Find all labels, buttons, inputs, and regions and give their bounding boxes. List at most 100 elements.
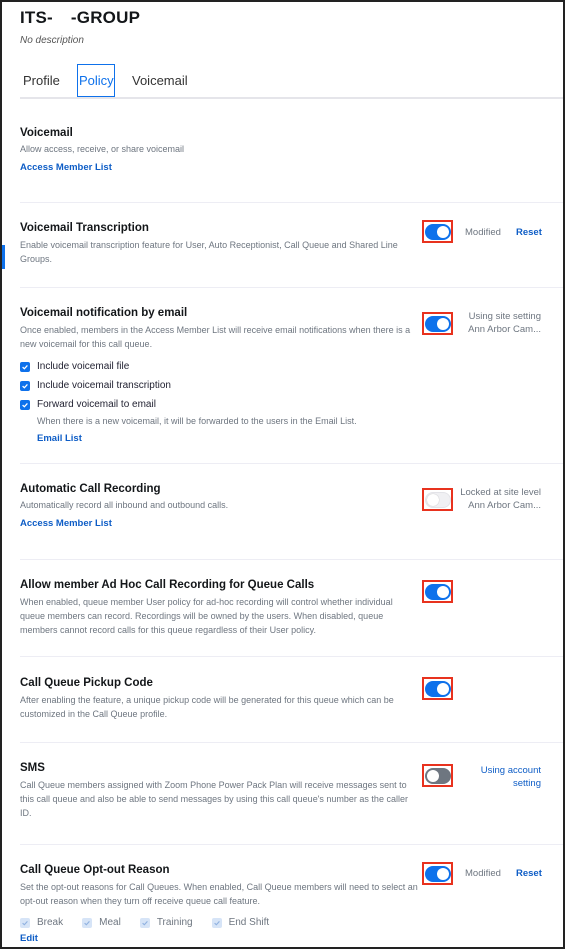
reason-end-shift: End Shift xyxy=(211,917,270,928)
highlight-box xyxy=(422,677,453,700)
divider xyxy=(20,287,563,288)
status-line-2: setting xyxy=(513,778,541,789)
section-title: Call Queue Pickup Code xyxy=(20,677,153,689)
section-voicemail: Voicemail Allow access, receive, or shar… xyxy=(20,127,563,173)
toggle-knob xyxy=(426,769,439,782)
voicemail-transcription-toggle[interactable] xyxy=(424,223,451,240)
reason-label: Meal xyxy=(99,917,121,928)
locked-status: Locked at site level Ann Arbor Cam... xyxy=(460,486,541,512)
highlight-box xyxy=(422,580,453,603)
divider xyxy=(20,463,563,464)
tab-profile[interactable]: Profile xyxy=(23,64,60,97)
checkbox-row: Include voicemail file xyxy=(20,357,563,376)
reason-break: Break xyxy=(20,917,63,928)
toggle-knob xyxy=(426,493,439,506)
divider xyxy=(20,202,563,203)
check-icon xyxy=(22,364,28,370)
highlight-box xyxy=(422,312,453,335)
check-icon xyxy=(142,920,148,926)
site-setting-status: Using site setting Ann Arbor Cam... xyxy=(468,310,541,336)
check-icon xyxy=(213,920,220,926)
divider xyxy=(20,656,563,657)
checkbox-row: Include voicemail transcription xyxy=(20,376,563,395)
check-icon xyxy=(22,920,28,926)
highlight-box xyxy=(422,764,453,787)
section-description: Allow access, receive, or share voicemai… xyxy=(20,144,185,154)
checkbox-label: Include voicemail transcription xyxy=(37,380,171,391)
section-description: Once enabled, members in the Access Memb… xyxy=(20,325,411,349)
tab-voicemail[interactable]: Voicemail xyxy=(132,64,188,97)
notification-options: Include voicemail file Include voicemail… xyxy=(20,357,563,444)
status-label: Modified xyxy=(465,227,501,238)
section-description: After enabling the feature, a unique pic… xyxy=(20,695,394,719)
tab-policy[interactable]: Policy xyxy=(77,64,115,97)
reason-label: Break xyxy=(37,917,64,928)
using-account-setting-link[interactable]: Using account setting xyxy=(481,764,541,790)
header: ITS- -GROUP No description xyxy=(20,8,140,46)
active-indicator xyxy=(2,245,5,269)
section-adhoc-recording: Allow member Ad Hoc Call Recording for Q… xyxy=(20,579,563,637)
disabled-checkbox xyxy=(139,917,150,928)
checkbox-label: Forward voicemail to email xyxy=(37,399,156,410)
opt-out-reason-toggle[interactable] xyxy=(424,865,451,882)
adhoc-recording-toggle[interactable] xyxy=(424,583,451,600)
status-label: Modified xyxy=(465,868,501,879)
section-pickup-code: Call Queue Pickup Code After enabling th… xyxy=(20,677,563,721)
access-member-list-link[interactable]: Access Member List xyxy=(20,162,563,173)
status-line-2: Ann Arbor Cam... xyxy=(468,500,541,511)
include-voicemail-file-checkbox[interactable] xyxy=(20,361,30,372)
sms-toggle[interactable] xyxy=(424,767,451,784)
section-description: Call Queue members assigned with Zoom Ph… xyxy=(20,780,408,818)
auto-call-recording-toggle[interactable] xyxy=(424,491,451,508)
section-title: Allow member Ad Hoc Call Recording for Q… xyxy=(20,579,315,591)
disabled-checkbox xyxy=(20,917,30,928)
divider xyxy=(20,559,563,560)
title-part-1: ITS- xyxy=(20,8,53,27)
disabled-checkbox xyxy=(82,917,93,928)
reason-label: Training xyxy=(156,917,193,928)
reset-link[interactable]: Reset xyxy=(516,868,542,879)
divider xyxy=(20,844,563,845)
status-line-1: Locked at site level xyxy=(460,487,541,498)
reset-link[interactable]: Reset xyxy=(516,227,542,238)
reason-meal: Meal xyxy=(82,917,121,928)
toggle-knob xyxy=(436,225,449,238)
section-description: Automatically record all inbound and out… xyxy=(20,500,229,510)
toggle-knob xyxy=(436,867,449,880)
status-line-2: Ann Arbor Cam... xyxy=(468,324,541,335)
section-description: Enable voicemail transcription feature f… xyxy=(20,240,398,264)
forward-note: When there is a new voicemail, it will b… xyxy=(37,416,357,426)
access-member-list-link[interactable]: Access Member List xyxy=(20,518,563,529)
edit-link[interactable]: Edit xyxy=(20,933,563,944)
voicemail-notification-toggle[interactable] xyxy=(424,315,451,332)
highlight-box xyxy=(422,862,453,885)
section-description: When enabled, queue member User policy f… xyxy=(20,597,393,635)
checkbox-row: Forward voicemail to email xyxy=(20,395,563,414)
section-description: Set the opt-out reasons for Call Queues.… xyxy=(20,882,418,906)
status-line-1: Using account xyxy=(480,765,541,776)
section-title: Voicemail xyxy=(20,127,73,139)
highlight-box xyxy=(422,488,453,511)
disabled-checkbox xyxy=(211,917,222,928)
check-icon xyxy=(22,402,28,408)
divider xyxy=(20,742,563,743)
reason-label: End Shift xyxy=(228,917,270,928)
status-line-1: Using site setting xyxy=(468,311,541,322)
email-list-link[interactable]: Email List xyxy=(37,433,563,444)
page-description: No description xyxy=(20,35,84,46)
toggle-knob xyxy=(436,317,449,330)
page-title: ITS- -GROUP xyxy=(20,8,140,28)
title-part-2: -GROUP xyxy=(70,8,141,27)
check-icon xyxy=(22,383,28,389)
include-voicemail-transcription-checkbox[interactable] xyxy=(20,380,30,391)
check-icon xyxy=(84,920,90,926)
reason-training: Training xyxy=(139,917,193,928)
policy-panel: ITS- -GROUP No description Profile Policy… xyxy=(0,0,565,949)
toggle-knob xyxy=(436,585,449,598)
checkbox-label: Include voicemail file xyxy=(37,361,130,372)
highlight-box xyxy=(422,220,453,243)
forward-voicemail-checkbox[interactable] xyxy=(20,399,30,410)
tab-bar: Profile Policy Voicemail xyxy=(20,64,563,99)
opt-out-reasons: Break Meal Training End Shift xyxy=(20,917,563,928)
pickup-code-toggle[interactable] xyxy=(424,680,451,697)
